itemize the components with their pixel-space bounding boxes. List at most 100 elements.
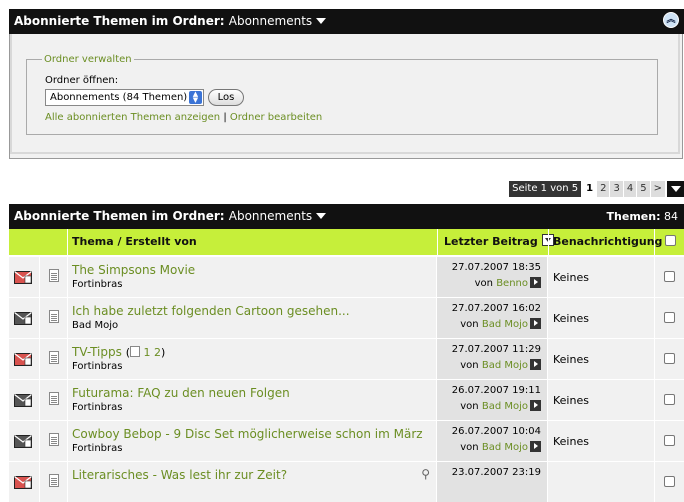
list-folder-dropdown-icon[interactable]	[316, 213, 327, 219]
edit-folder-link[interactable]: Ordner bearbeiten	[230, 112, 322, 123]
manage-legend: Ordner verwalten	[42, 54, 134, 65]
page-info: Seite 1 von 5	[509, 181, 582, 197]
topic-type-cell	[40, 380, 68, 420]
row-checkbox[interactable]	[664, 353, 675, 364]
collapse-icon[interactable]: ︽	[663, 12, 679, 28]
topic-type-cell	[40, 298, 68, 338]
row-checkbox[interactable]	[664, 476, 675, 487]
topic-type-cell	[40, 421, 68, 461]
last-post-user-link[interactable]: Bad Mojo	[482, 360, 528, 371]
notification-value: Keines	[553, 435, 589, 448]
select-all-checkbox[interactable]	[664, 235, 676, 246]
notification-cell: Keines	[548, 339, 655, 379]
folder-select[interactable]: Abonnements (84 Themen) ▲ ▼	[45, 89, 204, 106]
page-link-1[interactable]: 1	[583, 181, 597, 197]
page-menu-icon[interactable]	[667, 181, 684, 197]
go-to-last-post-icon[interactable]	[530, 400, 541, 411]
notification-cell: Keines	[548, 380, 655, 420]
last-post-author: von Bad Mojo	[460, 400, 541, 412]
last-post-author: von Bad Mojo	[460, 359, 541, 371]
topic-cell: The Simpsons Movie Fortinbras	[68, 257, 437, 297]
last-post-date: 26.07.2007 10:04	[451, 426, 541, 437]
document-icon	[49, 433, 59, 446]
folder-header-bar: Abonnierte Themen im Ordner: Abonnements…	[9, 9, 684, 34]
new-posts-envelope-icon	[14, 271, 32, 284]
new-posts-envelope-icon	[14, 476, 32, 489]
list-header-title: Abonnierte Themen im Ordner: Abonnements	[14, 209, 327, 223]
page-1-link[interactable]: 1	[143, 346, 150, 359]
go-to-last-post-icon[interactable]	[530, 277, 541, 288]
select-cell	[655, 298, 684, 338]
document-icon	[49, 351, 59, 364]
topic-author[interactable]: Fortinbras	[72, 361, 122, 372]
notification-cell	[548, 462, 655, 502]
topic-title[interactable]: Literarisches - Was lest ihr zur Zeit?	[72, 468, 287, 482]
select-cell	[655, 257, 684, 297]
table-row: Literarisches - Was lest ihr zur Zeit? ⚲ 2…	[9, 461, 684, 502]
attachment-icon: ⚲	[421, 467, 430, 481]
topic-author[interactable]: Bad Mojo	[72, 320, 118, 331]
last-post-user-link[interactable]: Bad Mojo	[482, 442, 528, 453]
page-link-5[interactable]: 5	[637, 181, 650, 197]
last-post-user-link[interactable]: Bad Mojo	[482, 401, 528, 412]
last-post-user-link[interactable]: Bad Mojo	[482, 319, 528, 330]
topic-author[interactable]: Fortinbras	[72, 443, 122, 454]
table-row: TV-Tipps ( 1 2) Fortinbras 27.07.2007 11:2…	[9, 338, 684, 379]
last-post-date: 23.07.2007 23:19	[451, 467, 541, 478]
select-cell	[655, 462, 684, 502]
row-checkbox[interactable]	[664, 394, 675, 405]
topic-title[interactable]: TV-Tipps ( 1 2)	[72, 345, 165, 359]
pagination: Seite 1 von 5 1 2 3 4 5 >	[509, 181, 684, 197]
go-to-last-post-icon[interactable]	[530, 441, 541, 452]
notification-value: Keines	[553, 271, 589, 284]
notification-value: Keines	[553, 312, 589, 325]
col-icons	[9, 229, 67, 255]
notification-cell: Keines	[548, 421, 655, 461]
notification-cell: Keines	[548, 298, 655, 338]
last-post-user-link[interactable]: Benno	[496, 278, 528, 289]
status-cell	[9, 380, 40, 420]
page-next[interactable]: >	[650, 181, 665, 197]
go-button[interactable]: Los	[208, 89, 244, 106]
topic-cell: Futurama: FAQ zu den neuen Folgen Fortinb…	[68, 380, 437, 420]
folder-dropdown-icon[interactable]	[316, 18, 327, 24]
table-row: The Simpsons Movie Fortinbras 27.07.2007 1…	[9, 256, 684, 297]
topic-author[interactable]: Fortinbras	[72, 402, 122, 413]
document-icon	[49, 269, 59, 282]
table-row: Futurama: FAQ zu den neuen Folgen Fortinb…	[9, 379, 684, 420]
page-link-2[interactable]: 2	[597, 181, 610, 197]
page-2-link[interactable]: 2	[154, 346, 161, 359]
last-post-cell: 26.07.2007 19:11 von Bad Mojo	[437, 380, 548, 420]
status-cell	[9, 257, 40, 297]
table-header: Thema / Erstellt von Letzter Beitrag Ben…	[9, 229, 684, 255]
topic-title[interactable]: Futurama: FAQ zu den neuen Folgen	[72, 386, 290, 400]
status-cell	[9, 462, 40, 502]
table-row: Cowboy Bebop - 9 Disc Set möglicherweise…	[9, 420, 684, 461]
status-cell	[9, 298, 40, 338]
row-checkbox[interactable]	[664, 312, 675, 323]
col-last-post[interactable]: Letzter Beitrag	[437, 229, 554, 255]
topic-title[interactable]: The Simpsons Movie	[72, 263, 195, 277]
topic-pages: ( 1 2)	[125, 346, 166, 359]
page-link-3[interactable]: 3	[610, 181, 623, 197]
col-notification[interactable]: Benachrichtigung	[548, 229, 662, 255]
new-posts-envelope-icon	[14, 353, 32, 366]
topic-cell: Cowboy Bebop - 9 Disc Set möglicherweise…	[68, 421, 437, 461]
topic-author[interactable]: Fortinbras	[72, 279, 122, 290]
last-post-date: 27.07.2007 18:35	[451, 262, 541, 273]
show-all-link[interactable]: Alle abonnierten Themen anzeigen	[45, 112, 220, 123]
last-post-date: 26.07.2007 19:11	[451, 385, 541, 396]
row-checkbox[interactable]	[664, 271, 675, 282]
go-to-last-post-icon[interactable]	[530, 318, 541, 329]
open-folder-label: Ordner öffnen:	[45, 75, 119, 86]
topic-type-cell	[40, 462, 68, 502]
document-icon	[49, 474, 59, 487]
topic-title[interactable]: Ich habe zuletzt folgenden Cartoon geseh…	[72, 304, 350, 318]
table-row: Ich habe zuletzt folgenden Cartoon geseh…	[9, 297, 684, 338]
select-arrows-icon: ▲ ▼	[189, 91, 202, 104]
row-checkbox[interactable]	[664, 435, 675, 446]
col-topic[interactable]: Thema / Erstellt von	[67, 229, 436, 255]
go-to-last-post-icon[interactable]	[530, 359, 541, 370]
page-link-4[interactable]: 4	[623, 181, 637, 197]
topic-title[interactable]: Cowboy Bebop - 9 Disc Set möglicherweise…	[72, 427, 423, 441]
